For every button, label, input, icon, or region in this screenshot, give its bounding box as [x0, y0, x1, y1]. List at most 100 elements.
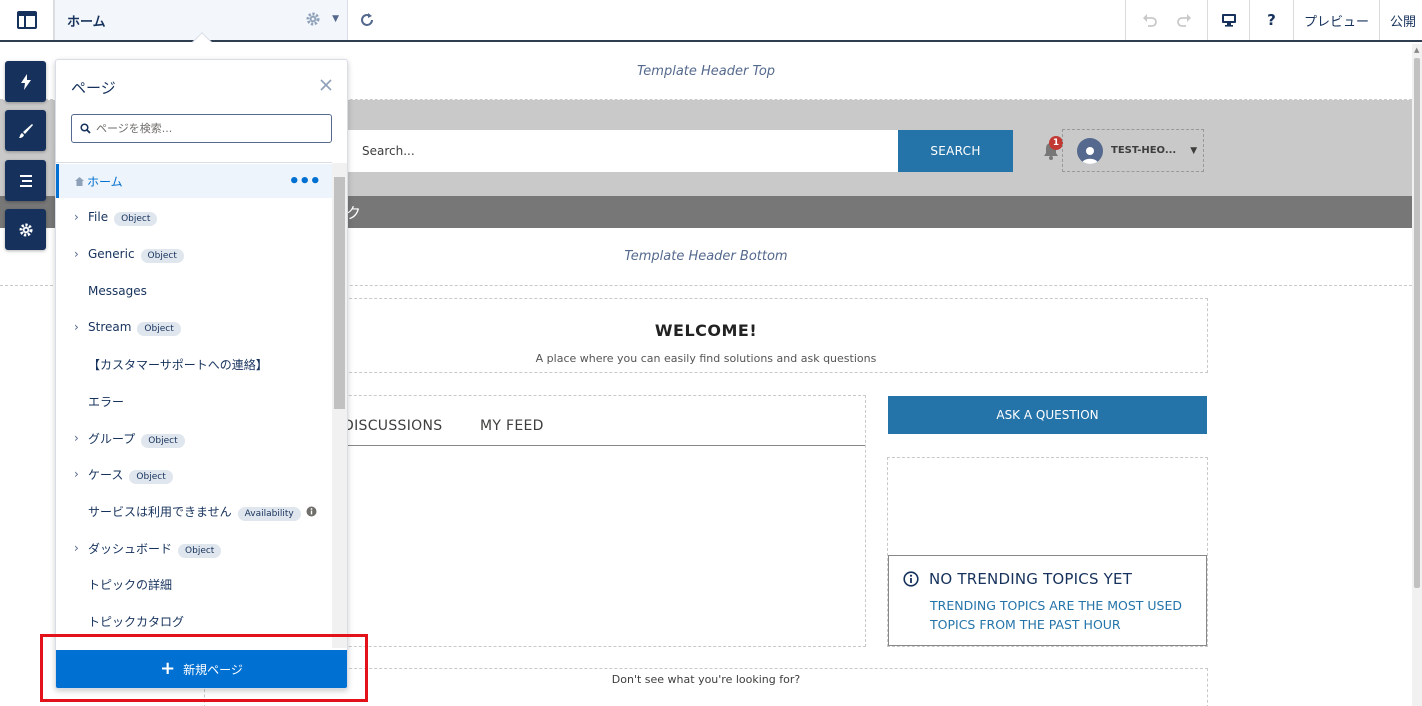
list-item[interactable]: サービスは利用できません Availability: [56, 494, 332, 528]
app-menu-button[interactable]: [0, 0, 54, 40]
builder-toolbar: ホーム ▼ ? プレビュー 公開: [0, 0, 1422, 52]
list-item[interactable]: 【カスタマーサポートへの連絡】: [56, 347, 332, 381]
current-page-name: ホーム: [67, 14, 106, 30]
canvas-scrollbar[interactable]: ▲: [1412, 44, 1422, 706]
theme-button[interactable]: [5, 110, 46, 151]
list-item[interactable]: › File Object: [56, 200, 332, 234]
list-item-label: サービスは利用できません Availability: [88, 503, 301, 521]
device-preview-button[interactable]: [1208, 0, 1250, 40]
info-icon: [903, 571, 919, 587]
nav-menu-item[interactable]: ク: [346, 202, 361, 223]
list-item-label: ダッシュボード Object: [88, 540, 222, 558]
lightning-icon: [20, 73, 31, 90]
page-search-field[interactable]: [71, 114, 332, 143]
list-icon: [19, 174, 32, 187]
chevron-down-icon: ▼: [1190, 145, 1198, 156]
chevron-down-icon[interactable]: ▼: [332, 14, 339, 24]
refresh-icon: [361, 13, 373, 26]
object-badge: Object: [137, 322, 181, 336]
site-search-button[interactable]: SEARCH: [898, 130, 1013, 172]
list-item[interactable]: › グループ Object: [56, 421, 332, 455]
desktop-icon: [1221, 14, 1236, 27]
list-item[interactable]: › ケース Object: [56, 457, 332, 491]
chevron-right-icon[interactable]: ›: [74, 431, 79, 445]
list-item-label: File Object: [88, 210, 158, 226]
notification-count-badge: 1: [1049, 136, 1063, 150]
info-icon[interactable]: [306, 506, 317, 517]
trending-body-line-1: TRENDING TOPICS ARE THE MOST USED: [930, 598, 1183, 613]
brush-icon: [18, 123, 33, 138]
chevron-right-icon[interactable]: ›: [74, 247, 79, 261]
more-options-icon[interactable]: •••: [288, 171, 321, 192]
page-list-scrollbar[interactable]: [332, 163, 347, 648]
list-item[interactable]: › ダッシュボード Object: [56, 531, 332, 565]
welcome-title: WELCOME!: [654, 321, 758, 340]
object-badge: Object: [178, 543, 222, 558]
list-item-home[interactable]: ホーム •••: [56, 164, 332, 198]
site-search-placeholder: Search...: [362, 144, 415, 158]
template-header-top-label: Template Header Top: [636, 64, 776, 79]
chevron-right-icon[interactable]: ›: [74, 541, 79, 555]
object-badge: Object: [129, 469, 173, 484]
list-item[interactable]: エラー: [56, 384, 332, 418]
layout-icon: [16, 11, 37, 29]
page-structure-button[interactable]: [5, 160, 46, 201]
trending-body: TRENDING TOPICS ARE THE MOST USED TOPICS…: [930, 596, 1192, 634]
gear-icon: [19, 223, 32, 236]
page-selector[interactable]: ホーム ▼: [54, 0, 348, 52]
question-icon: ?: [1267, 11, 1276, 29]
chevron-right-icon[interactable]: ›: [74, 320, 79, 334]
list-item-label: 【カスタマーサポートへの連絡】: [88, 357, 268, 372]
template-header-bottom-label: Template Header Bottom: [624, 249, 788, 264]
list-item-label: Stream Object: [88, 320, 181, 336]
plus-icon: +: [160, 657, 176, 679]
settings-button[interactable]: [5, 209, 46, 250]
new-page-button[interactable]: + 新規ページ: [56, 650, 347, 688]
user-profile-menu[interactable]: TEST-HEO... ▼: [1062, 129, 1204, 172]
refresh-button[interactable]: [348, 0, 386, 40]
components-button[interactable]: [5, 61, 46, 102]
gear-icon[interactable]: [305, 11, 321, 27]
close-icon[interactable]: [319, 78, 333, 92]
trending-header: NO TRENDING TOPICS YET: [903, 570, 1192, 588]
list-item[interactable]: › Generic Object: [56, 237, 332, 271]
list-item-label: ケース Object: [88, 466, 173, 484]
trending-title: NO TRENDING TOPICS YET: [929, 570, 1133, 588]
list-item-label: エラー: [88, 394, 125, 409]
page-search-input[interactable]: [96, 122, 316, 135]
list-item-label: トピックの詳細: [88, 577, 173, 592]
builder-root: ホーム ▼ ? プレビュー 公開 Template Header Top Sea…: [0, 0, 1422, 706]
ask-question-label: ASK A QUESTION: [996, 408, 1099, 422]
list-item-label: トピックカタログ: [88, 614, 185, 629]
undo-icon[interactable]: [1142, 12, 1158, 28]
site-search-input[interactable]: Search...: [348, 130, 898, 172]
site-search-button-label: SEARCH: [930, 144, 981, 158]
list-item[interactable]: トピックの詳細: [56, 567, 332, 601]
publish-button[interactable]: 公開: [1380, 0, 1422, 40]
ask-question-button[interactable]: ASK A QUESTION: [888, 396, 1207, 434]
page-list: ホーム ••• › File Object › Generic Object Mes…: [56, 162, 332, 652]
tab-my-feed[interactable]: MY FEED: [480, 418, 544, 434]
publish-label: 公開: [1390, 14, 1417, 30]
object-badge: Object: [114, 212, 158, 226]
contact-prompt-text: Don't see what you're looking for?: [611, 673, 801, 686]
user-icon: [1082, 146, 1098, 164]
list-item[interactable]: トピックカタログ: [56, 604, 332, 638]
redo-icon[interactable]: [1176, 12, 1192, 28]
page-list-scroll-thumb[interactable]: [334, 177, 345, 409]
list-item-label: Messages: [88, 284, 147, 298]
list-item-label: グループ Object: [88, 430, 185, 448]
user-name: TEST-HEO...: [1111, 145, 1177, 156]
trending-topics-card: NO TRENDING TOPICS YET TRENDING TOPICS A…: [888, 555, 1207, 646]
chevron-right-icon[interactable]: ›: [74, 210, 79, 224]
contact-prompt: Don't see what you're looking for?: [204, 668, 1208, 706]
tab-discussions[interactable]: DISCUSSIONS: [343, 418, 442, 434]
list-item[interactable]: › Stream Object: [56, 310, 332, 344]
preview-button[interactable]: プレビュー: [1294, 0, 1380, 40]
list-item-label: ホーム: [87, 174, 123, 189]
canvas-scroll-thumb[interactable]: [1414, 58, 1420, 588]
chevron-right-icon[interactable]: ›: [74, 467, 79, 481]
scroll-up-arrow[interactable]: ▲: [1414, 46, 1419, 54]
list-item[interactable]: Messages: [56, 274, 332, 308]
help-button[interactable]: ?: [1250, 0, 1294, 40]
